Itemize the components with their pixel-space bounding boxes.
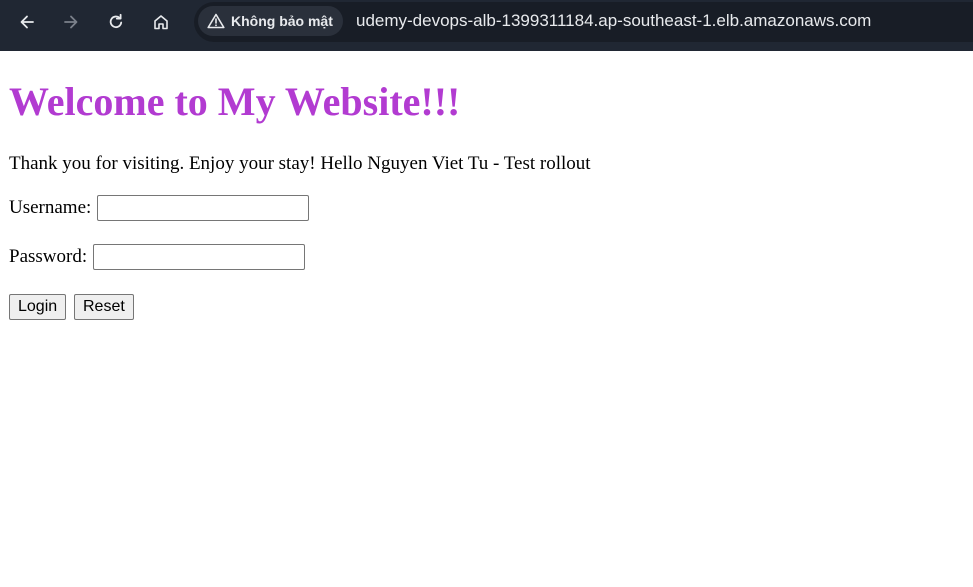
security-chip-label: Không bảo mật — [231, 13, 333, 29]
username-input[interactable] — [97, 195, 310, 221]
back-button[interactable] — [10, 7, 44, 37]
arrow-right-icon — [64, 15, 78, 29]
password-label: Password: — [9, 246, 88, 267]
home-button[interactable] — [144, 7, 178, 37]
intro-text: Thank you for visiting. Enjoy your stay!… — [9, 153, 591, 174]
forward-button[interactable] — [54, 7, 88, 37]
reset-button[interactable]: Reset — [74, 294, 134, 320]
url-text[interactable]: udemy-devops-alb-1399311184.ap-southeast… — [356, 11, 871, 31]
page-title: Welcome to My Website!!! — [9, 79, 461, 124]
home-icon — [154, 15, 168, 30]
arrow-left-icon — [20, 15, 34, 29]
password-row: Password: — [9, 244, 306, 270]
login-button[interactable]: Login — [9, 294, 67, 320]
browser-toolbar: Không bảo mật udemy-devops-alb-139931118… — [0, 0, 973, 51]
password-input[interactable] — [93, 244, 306, 270]
security-chip[interactable]: Không bảo mật — [198, 6, 343, 36]
username-label: Username: — [9, 197, 92, 218]
username-row: Username: — [9, 195, 310, 221]
page-content: Welcome to My Website!!! Thank you for v… — [0, 51, 973, 587]
warning-icon — [207, 13, 225, 29]
reload-button[interactable] — [99, 7, 133, 37]
reload-icon — [109, 13, 123, 29]
